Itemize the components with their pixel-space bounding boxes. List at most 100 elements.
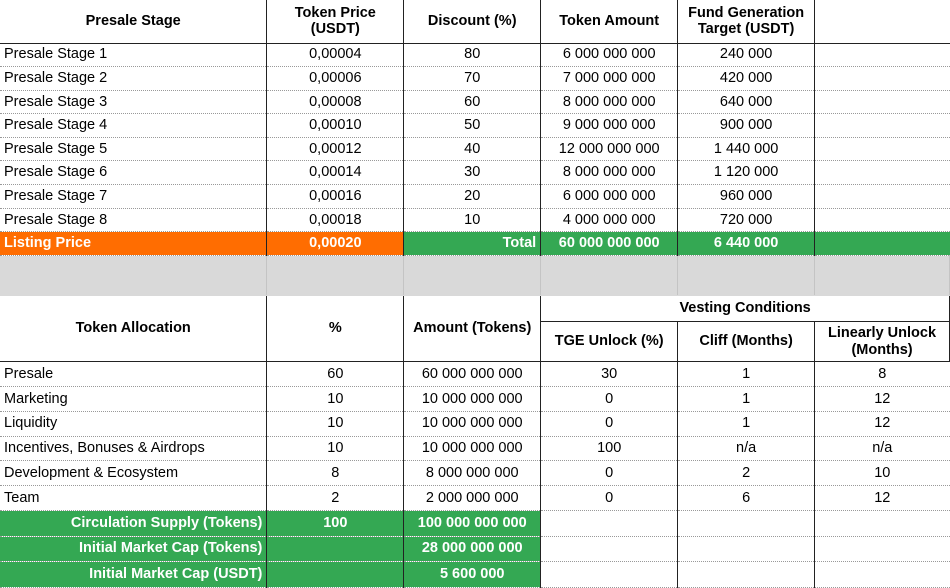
- presale-stage-cell[interactable]: Presale Stage 5: [0, 137, 268, 162]
- linear-unlock-cell[interactable]: 8: [814, 361, 950, 388]
- token-amount-cell[interactable]: 8 000 000 000: [540, 160, 679, 186]
- total-label[interactable]: Total: [403, 231, 542, 257]
- token-price-cell[interactable]: 0,00018: [266, 208, 405, 233]
- allocation-percent-cell[interactable]: 10: [266, 411, 405, 437]
- summary-value-cell[interactable]: 5 600 000: [403, 561, 542, 588]
- fund-target-cell[interactable]: 1 440 000: [677, 137, 816, 162]
- summary-label-cell[interactable]: Initial Market Cap (USDT): [0, 561, 268, 588]
- cliff-cell[interactable]: 2: [677, 460, 816, 487]
- header-token-allocation[interactable]: Token Allocation: [0, 295, 268, 363]
- linear-unlock-cell[interactable]: n/a: [814, 436, 950, 462]
- token-amount-cell[interactable]: 4 000 000 000: [540, 208, 679, 233]
- summary-percent-cell[interactable]: [266, 536, 405, 563]
- linear-unlock-cell[interactable]: 12: [814, 386, 950, 412]
- allocation-amount-cell[interactable]: 60 000 000 000: [403, 361, 542, 388]
- header-token-amount[interactable]: Token Amount: [540, 0, 679, 44]
- header-presale-stage[interactable]: Presale Stage: [0, 0, 268, 44]
- linear-unlock-cell[interactable]: 12: [814, 485, 950, 512]
- total-token-amount[interactable]: 60 000 000 000: [540, 231, 679, 257]
- discount-cell[interactable]: 50: [403, 113, 542, 138]
- linear-unlock-cell[interactable]: 12: [814, 411, 950, 437]
- discount-cell[interactable]: 10: [403, 208, 542, 233]
- fund-target-cell[interactable]: 900 000: [677, 113, 816, 138]
- empty-cell[interactable]: [814, 160, 950, 186]
- empty-cell[interactable]: [540, 561, 679, 588]
- summary-label-cell[interactable]: Circulation Supply (Tokens): [0, 510, 268, 537]
- empty-cell[interactable]: [814, 536, 950, 563]
- header-cliff[interactable]: Cliff (Months): [677, 321, 816, 363]
- presale-stage-cell[interactable]: Presale Stage 8: [0, 208, 268, 233]
- empty-cell[interactable]: [814, 43, 950, 68]
- allocation-name-cell[interactable]: Presale: [0, 361, 268, 388]
- empty-cell[interactable]: [814, 510, 950, 537]
- summary-percent-cell[interactable]: [266, 561, 405, 588]
- fund-target-cell[interactable]: 420 000: [677, 66, 816, 91]
- empty-cell[interactable]: [814, 184, 950, 209]
- discount-cell[interactable]: 80: [403, 43, 542, 68]
- allocation-percent-cell[interactable]: 8: [266, 460, 405, 487]
- header-token-price[interactable]: Token Price (USDT): [266, 0, 405, 44]
- cliff-cell[interactable]: n/a: [677, 436, 816, 462]
- token-price-cell[interactable]: 0,00006: [266, 66, 405, 91]
- fund-target-cell[interactable]: 960 000: [677, 184, 816, 209]
- empty-cell[interactable]: [677, 536, 816, 563]
- cliff-cell[interactable]: 1: [677, 361, 816, 388]
- presale-stage-cell[interactable]: Presale Stage 2: [0, 66, 268, 91]
- gray-spacer-cell[interactable]: [677, 255, 816, 297]
- discount-cell[interactable]: 70: [403, 66, 542, 91]
- gray-spacer-cell[interactable]: [0, 255, 268, 297]
- header-tge-unlock[interactable]: TGE Unlock (%): [540, 321, 679, 363]
- allocation-name-cell[interactable]: Incentives, Bonuses & Airdrops: [0, 436, 268, 462]
- listing-price-label[interactable]: Listing Price: [0, 231, 268, 257]
- gray-spacer-cell[interactable]: [814, 255, 950, 297]
- allocation-percent-cell[interactable]: 60: [266, 361, 405, 388]
- header-fund-target[interactable]: Fund Generation Target (USDT): [677, 0, 816, 44]
- tge-unlock-cell[interactable]: 0: [540, 485, 679, 512]
- summary-value-cell[interactable]: 28 000 000 000: [403, 536, 542, 563]
- discount-cell[interactable]: 20: [403, 184, 542, 209]
- token-price-cell[interactable]: 0,00012: [266, 137, 405, 162]
- empty-cell[interactable]: [677, 510, 816, 537]
- empty-cell[interactable]: [814, 113, 950, 138]
- discount-cell[interactable]: 30: [403, 160, 542, 186]
- summary-percent-cell[interactable]: 100: [266, 510, 405, 537]
- empty-cell[interactable]: [677, 561, 816, 588]
- empty-cell[interactable]: [814, 561, 950, 588]
- tge-unlock-cell[interactable]: 30: [540, 361, 679, 388]
- fund-target-cell[interactable]: 1 120 000: [677, 160, 816, 186]
- presale-stage-cell[interactable]: Presale Stage 7: [0, 184, 268, 209]
- gray-spacer-cell[interactable]: [266, 255, 405, 297]
- allocation-name-cell[interactable]: Team: [0, 485, 268, 512]
- tge-unlock-cell[interactable]: 0: [540, 411, 679, 437]
- discount-cell[interactable]: 40: [403, 137, 542, 162]
- empty-cell[interactable]: [814, 90, 950, 115]
- tge-unlock-cell[interactable]: 100: [540, 436, 679, 462]
- allocation-amount-cell[interactable]: 8 000 000 000: [403, 460, 542, 487]
- presale-stage-cell[interactable]: Presale Stage 3: [0, 90, 268, 115]
- empty-cell[interactable]: [814, 0, 950, 44]
- empty-cell[interactable]: [540, 536, 679, 563]
- token-amount-cell[interactable]: 6 000 000 000: [540, 43, 679, 68]
- header-discount[interactable]: Discount (%): [403, 0, 542, 44]
- allocation-name-cell[interactable]: Development & Ecosystem: [0, 460, 268, 487]
- gray-spacer-cell[interactable]: [540, 255, 679, 297]
- token-amount-cell[interactable]: 8 000 000 000: [540, 90, 679, 115]
- empty-cell[interactable]: [814, 208, 950, 233]
- tge-unlock-cell[interactable]: 0: [540, 460, 679, 487]
- allocation-amount-cell[interactable]: 10 000 000 000: [403, 411, 542, 437]
- allocation-percent-cell[interactable]: 10: [266, 386, 405, 412]
- token-price-cell[interactable]: 0,00008: [266, 90, 405, 115]
- token-price-cell[interactable]: 0,00016: [266, 184, 405, 209]
- header-vesting-conditions[interactable]: Vesting Conditions: [540, 295, 950, 323]
- allocation-amount-cell[interactable]: 10 000 000 000: [403, 386, 542, 412]
- token-amount-cell[interactable]: 9 000 000 000: [540, 113, 679, 138]
- empty-green-cell[interactable]: [814, 231, 950, 257]
- gray-spacer-cell[interactable]: [403, 255, 542, 297]
- summary-value-cell[interactable]: 100 000 000 000: [403, 510, 542, 537]
- token-price-cell[interactable]: 0,00004: [266, 43, 405, 68]
- header-linear-unlock[interactable]: Linearly Unlock (Months): [814, 321, 950, 363]
- header-percent[interactable]: %: [266, 295, 405, 363]
- allocation-percent-cell[interactable]: 2: [266, 485, 405, 512]
- token-amount-cell[interactable]: 12 000 000 000: [540, 137, 679, 162]
- token-price-cell[interactable]: 0,00014: [266, 160, 405, 186]
